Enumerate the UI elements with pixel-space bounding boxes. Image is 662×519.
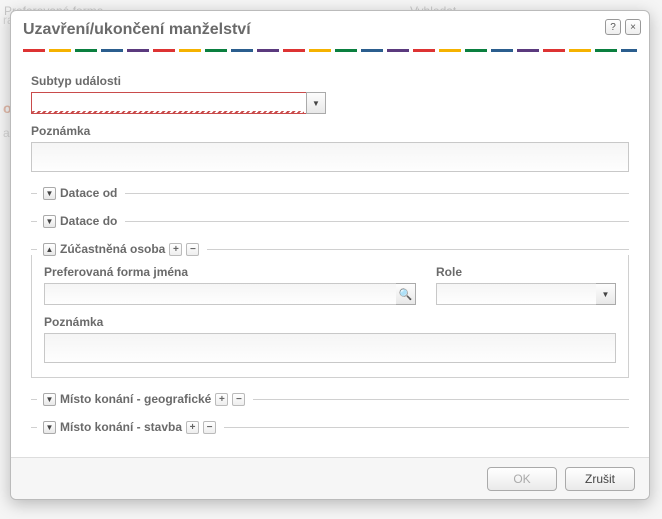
chevron-down-icon: ▼ — [312, 99, 320, 108]
place-bldg-legend: Místo konání - stavba — [60, 420, 182, 434]
place-bldg-section: ▼ Místo konání - stavba + − — [31, 420, 629, 434]
person-section: ▲ Zúčastněná osoba + − Preferovaná forma… — [31, 242, 629, 378]
subtype-label: Subtyp události — [31, 74, 629, 88]
plus-icon: + — [173, 244, 179, 255]
date-to-toggle[interactable]: ▼ — [43, 215, 56, 228]
subtype-dropdown-trigger[interactable]: ▼ — [306, 92, 326, 114]
date-to-legend: Datace do — [60, 214, 117, 228]
role-combo: ▼ — [436, 283, 616, 305]
legend-line — [31, 221, 37, 222]
place-bldg-remove-button[interactable]: − — [203, 421, 216, 434]
chevron-up-icon: ▲ — [46, 245, 54, 254]
person-add-button[interactable]: + — [169, 243, 182, 256]
plus-icon: + — [190, 422, 196, 433]
role-input[interactable] — [436, 283, 616, 305]
legend-line — [31, 427, 37, 428]
person-section-body: Preferovaná forma jména 🔍 Role — [31, 255, 629, 378]
legend-line — [253, 399, 629, 400]
place-bldg-add-button[interactable]: + — [186, 421, 199, 434]
dialog-title: Uzavření/ukončení manželství — [23, 21, 637, 39]
pref-name-search-wrap: 🔍 — [44, 283, 416, 305]
pref-name-input[interactable] — [44, 283, 416, 305]
dialog-footer: OK Zrušit — [11, 457, 649, 499]
legend-line — [224, 427, 629, 428]
cancel-button[interactable]: Zrušit — [565, 467, 635, 491]
place-geo-section: ▼ Místo konání - geografické + − — [31, 392, 629, 406]
legend-line — [207, 249, 629, 250]
help-button[interactable]: ? — [605, 19, 621, 35]
date-from-legend: Datace od — [60, 186, 117, 200]
plus-icon: + — [219, 394, 225, 405]
dialog-header: Uzavření/ukončení manželství ? × — [11, 11, 649, 45]
legend-line — [31, 399, 37, 400]
place-geo-remove-button[interactable]: − — [232, 393, 245, 406]
person-note-label: Poznámka — [44, 315, 616, 329]
ok-button[interactable]: OK — [487, 467, 557, 491]
note-input[interactable] — [31, 142, 629, 172]
legend-line — [31, 249, 37, 250]
chevron-down-icon: ▼ — [46, 217, 54, 226]
place-geo-add-button[interactable]: + — [215, 393, 228, 406]
chevron-down-icon: ▼ — [46, 189, 54, 198]
dialog-body: Subtyp události ▼ Poznámka ▼ Datace od — [11, 52, 649, 450]
minus-icon: − — [190, 244, 196, 255]
search-icon: 🔍 — [399, 288, 413, 301]
minus-icon: − — [207, 422, 213, 433]
role-label: Role — [436, 265, 616, 279]
minus-icon: − — [236, 394, 242, 405]
chevron-down-icon: ▼ — [46, 423, 54, 432]
place-geo-toggle[interactable]: ▼ — [43, 393, 56, 406]
marriage-event-dialog: Uzavření/ukončení manželství ? × Subtyp … — [10, 10, 650, 500]
chevron-down-icon: ▼ — [46, 395, 54, 404]
legend-line — [125, 193, 629, 194]
close-button[interactable]: × — [625, 19, 641, 35]
date-from-section: ▼ Datace od — [31, 186, 629, 200]
pref-name-search-button[interactable]: 🔍 — [396, 283, 416, 305]
legend-line — [31, 193, 37, 194]
validation-wavy-underline — [32, 111, 304, 114]
person-toggle[interactable]: ▲ — [43, 243, 56, 256]
pref-name-label: Preferovaná forma jména — [44, 265, 416, 279]
date-to-section: ▼ Datace do — [31, 214, 629, 228]
subtype-combo: ▼ — [31, 92, 326, 114]
role-dropdown-trigger[interactable]: ▼ — [596, 283, 616, 305]
chevron-down-icon: ▼ — [602, 290, 610, 299]
person-legend: Zúčastněná osoba — [60, 242, 165, 256]
person-remove-button[interactable]: − — [186, 243, 199, 256]
legend-line — [125, 221, 629, 222]
place-bldg-toggle[interactable]: ▼ — [43, 421, 56, 434]
place-geo-legend: Místo konání - geografické — [60, 392, 211, 406]
date-from-toggle[interactable]: ▼ — [43, 187, 56, 200]
person-note-input[interactable] — [44, 333, 616, 363]
note-label: Poznámka — [31, 124, 629, 138]
